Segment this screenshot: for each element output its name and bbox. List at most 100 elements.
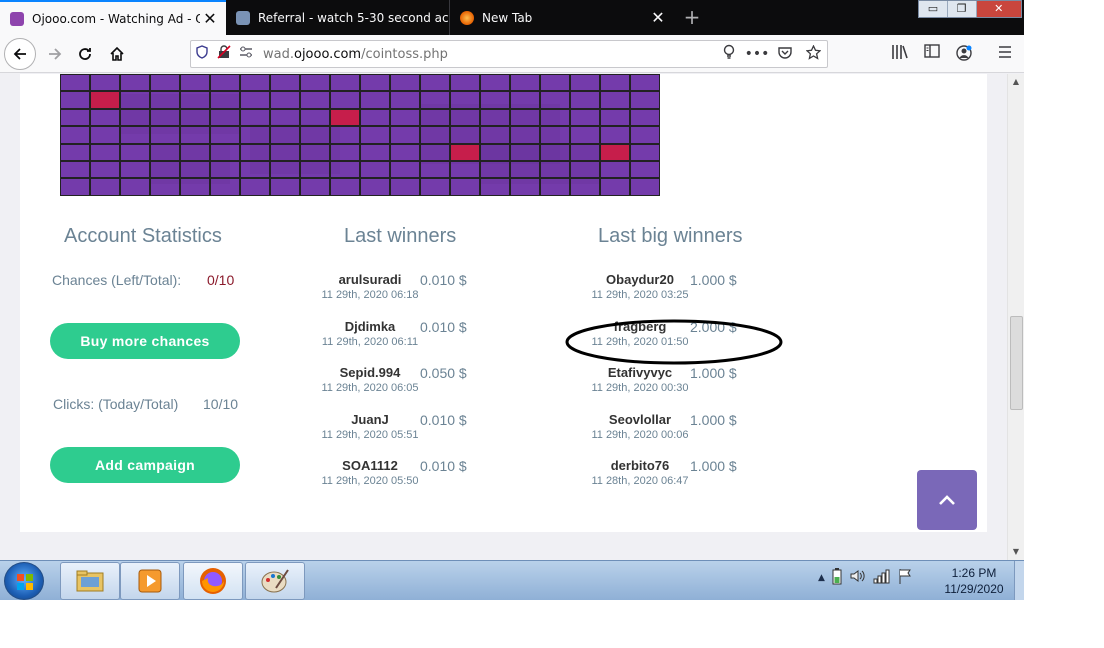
grid-cell[interactable]	[540, 108, 570, 127]
grid-cell[interactable]	[210, 178, 240, 196]
grid-cell[interactable]	[630, 91, 660, 109]
grid-cell[interactable]	[150, 74, 180, 92]
grid-cell[interactable]	[480, 178, 510, 196]
grid-cell[interactable]	[540, 178, 570, 196]
bookmark-star-icon[interactable]	[799, 43, 827, 64]
grid-cell[interactable]	[420, 143, 450, 161]
url-bar[interactable]: wad.ojooo.com/cointoss.php •••	[190, 40, 828, 68]
grid-cell[interactable]	[360, 91, 390, 109]
grid-cell[interactable]	[390, 74, 420, 92]
grid-cell[interactable]	[180, 91, 210, 109]
grid-cell[interactable]	[390, 126, 420, 144]
grid-cell[interactable]	[510, 126, 540, 144]
grid-cell[interactable]	[90, 161, 120, 179]
grid-cell[interactable]	[120, 161, 150, 179]
taskbar-clock[interactable]: 1:26 PM 11/29/2020	[936, 565, 1012, 597]
grid-cell[interactable]	[240, 161, 270, 179]
grid-cell[interactable]	[330, 143, 360, 161]
grid-cell[interactable]	[630, 74, 660, 92]
grid-cell[interactable]	[330, 91, 360, 109]
grid-cell[interactable]	[630, 108, 660, 127]
tab-new-tab[interactable]: New Tab ✕	[450, 0, 674, 35]
grid-cell[interactable]	[510, 143, 540, 161]
minimize-button[interactable]: ▭	[919, 1, 948, 17]
grid-cell[interactable]	[420, 108, 450, 127]
grid-cell[interactable]	[450, 178, 480, 196]
grid-cell-revealed[interactable]	[450, 143, 480, 161]
coin-toss-grid[interactable]	[60, 74, 660, 196]
grid-cell[interactable]	[540, 91, 570, 109]
grid-cell[interactable]	[270, 91, 300, 109]
library-icon[interactable]	[888, 44, 912, 64]
battery-icon[interactable]	[831, 567, 843, 589]
grid-cell[interactable]	[210, 108, 240, 127]
grid-cell[interactable]	[540, 143, 570, 161]
grid-cell[interactable]	[300, 108, 330, 127]
grid-cell[interactable]	[120, 178, 150, 196]
grid-cell[interactable]	[510, 108, 540, 127]
grid-cell[interactable]	[210, 91, 240, 109]
grid-cell[interactable]	[360, 74, 390, 92]
grid-cell[interactable]	[210, 126, 240, 144]
grid-cell[interactable]	[360, 108, 390, 127]
grid-cell[interactable]	[300, 178, 330, 196]
taskbar-media-player-button[interactable]	[120, 562, 180, 600]
grid-cell[interactable]	[450, 161, 480, 179]
close-window-button[interactable]: ✕	[976, 1, 1021, 17]
grid-cell[interactable]	[510, 178, 540, 196]
page-actions-icon[interactable]: •••	[743, 46, 771, 62]
add-campaign-button[interactable]: Add campaign	[50, 447, 240, 483]
grid-cell[interactable]	[150, 161, 180, 179]
grid-cell[interactable]	[240, 178, 270, 196]
grid-cell-revealed[interactable]	[90, 91, 120, 109]
grid-cell[interactable]	[90, 143, 120, 161]
tab-ojooo-watching-ad[interactable]: Ojooo.com - Watching Ad - Oj ✕	[0, 0, 226, 35]
grid-cell[interactable]	[450, 74, 480, 92]
grid-cell[interactable]	[150, 143, 180, 161]
grid-cell[interactable]	[210, 74, 240, 92]
grid-cell[interactable]	[120, 74, 150, 92]
grid-cell[interactable]	[360, 143, 390, 161]
start-button[interactable]	[4, 562, 44, 600]
grid-cell[interactable]	[510, 74, 540, 92]
lightbulb-icon[interactable]	[715, 44, 743, 64]
grid-cell[interactable]	[180, 178, 210, 196]
grid-cell[interactable]	[90, 126, 120, 144]
grid-cell[interactable]	[420, 126, 450, 144]
grid-cell[interactable]	[360, 178, 390, 196]
show-desktop-button[interactable]	[1014, 561, 1024, 600]
taskbar-paint-button[interactable]	[245, 562, 305, 600]
grid-cell[interactable]	[90, 108, 120, 127]
grid-cell[interactable]	[570, 91, 600, 109]
grid-cell[interactable]	[270, 126, 300, 144]
vertical-scrollbar[interactable]: ▲ ▼	[1007, 74, 1024, 560]
grid-cell[interactable]	[600, 74, 630, 92]
grid-cell[interactable]	[510, 161, 540, 179]
grid-cell[interactable]	[570, 143, 600, 161]
grid-cell[interactable]	[420, 74, 450, 92]
grid-cell[interactable]	[570, 178, 600, 196]
grid-cell[interactable]	[300, 91, 330, 109]
grid-cell[interactable]	[630, 161, 660, 179]
grid-cell[interactable]	[60, 161, 90, 179]
grid-cell[interactable]	[390, 143, 420, 161]
grid-cell[interactable]	[300, 161, 330, 179]
back-button[interactable]	[4, 38, 36, 70]
grid-cell[interactable]	[570, 126, 600, 144]
grid-cell[interactable]	[270, 108, 300, 127]
grid-cell[interactable]	[60, 91, 90, 109]
new-tab-button[interactable]: +	[678, 3, 706, 31]
home-button[interactable]	[102, 39, 132, 69]
forward-button[interactable]	[40, 39, 70, 69]
grid-cell[interactable]	[420, 91, 450, 109]
network-icon[interactable]	[873, 567, 891, 589]
reload-button[interactable]	[70, 39, 100, 69]
grid-cell[interactable]	[240, 91, 270, 109]
grid-cell[interactable]	[90, 178, 120, 196]
grid-cell[interactable]	[150, 108, 180, 127]
grid-cell[interactable]	[390, 108, 420, 127]
taskbar-explorer-button[interactable]	[60, 562, 120, 600]
grid-cell[interactable]	[570, 74, 600, 92]
grid-cell[interactable]	[630, 143, 660, 161]
url-text[interactable]: wad.ojooo.com/cointoss.php	[263, 47, 715, 62]
